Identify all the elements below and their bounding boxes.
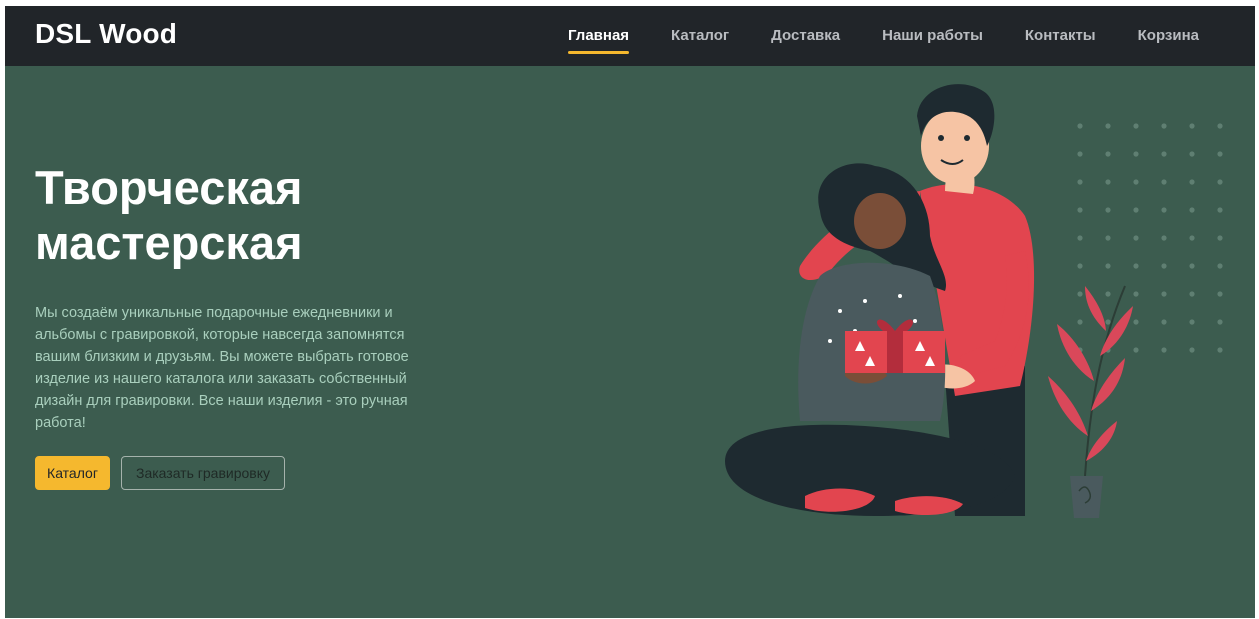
hero-title-line2: мастерская: [35, 216, 303, 269]
nav-link-cart[interactable]: Корзина: [1138, 26, 1199, 46]
catalog-button[interactable]: Каталог: [35, 456, 110, 490]
nav-link-our-works[interactable]: Наши работы: [882, 26, 983, 46]
nav-link-home[interactable]: Главная: [568, 26, 630, 54]
hero-title: Творческая мастерская: [35, 160, 455, 270]
hero-title-line1: Творческая: [35, 161, 303, 214]
order-engraving-button[interactable]: Заказать гравировку: [121, 456, 285, 490]
page-frame: DSL Wood Главная Каталог Доставка Наши р…: [5, 6, 1255, 618]
nav-link-contacts[interactable]: Контакты: [1025, 26, 1096, 46]
navbar: DSL Wood Главная Каталог Доставка Наши р…: [5, 6, 1255, 66]
couple-gift-illustration: [725, 84, 1223, 518]
plant: [1048, 285, 1133, 518]
brand-logo[interactable]: DSL Wood: [35, 17, 177, 51]
nav-menu: Главная Каталог Доставка Наши работы Кон…: [568, 6, 1199, 66]
hero-description: Мы создаём уникальные подарочные ежеднев…: [35, 305, 409, 431]
nav-link-catalog[interactable]: Каталог: [671, 26, 729, 46]
nav-link-delivery[interactable]: Доставка: [771, 26, 840, 46]
